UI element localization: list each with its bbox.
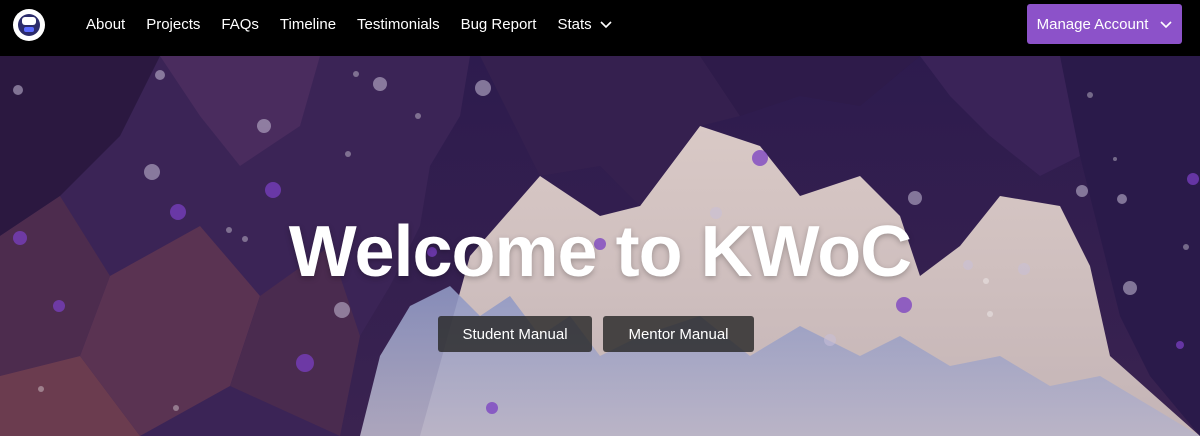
chevron-down-icon xyxy=(1160,21,1172,29)
nav-link-timeline[interactable]: Timeline xyxy=(280,16,336,33)
nav-link-projects[interactable]: Projects xyxy=(146,16,200,33)
nav-link-bug-report[interactable]: Bug Report xyxy=(461,16,537,33)
nav-link-about[interactable]: About xyxy=(86,16,125,33)
nav-link-stats-label: Stats xyxy=(557,15,592,33)
mentor-manual-button[interactable]: Mentor Manual xyxy=(603,316,754,352)
hero-title: Welcome to KWoC xyxy=(288,212,912,292)
hero-section: Welcome to KWoC Student Manual Mentor Ma… xyxy=(0,56,1200,436)
kwoc-logo-icon[interactable] xyxy=(13,9,45,41)
nav-links: About Projects FAQs Timeline Testimonial… xyxy=(86,0,633,48)
student-manual-button[interactable]: Student Manual xyxy=(438,316,592,352)
manage-account-button[interactable]: Manage Account xyxy=(1027,4,1182,44)
navbar: About Projects FAQs Timeline Testimonial… xyxy=(0,0,1200,56)
manage-account-label: Manage Account xyxy=(1036,15,1149,33)
nav-link-testimonials[interactable]: Testimonials xyxy=(357,16,440,33)
nav-link-faqs[interactable]: FAQs xyxy=(221,16,259,33)
chevron-down-icon xyxy=(600,21,612,29)
nav-link-stats[interactable]: Stats xyxy=(557,15,612,33)
